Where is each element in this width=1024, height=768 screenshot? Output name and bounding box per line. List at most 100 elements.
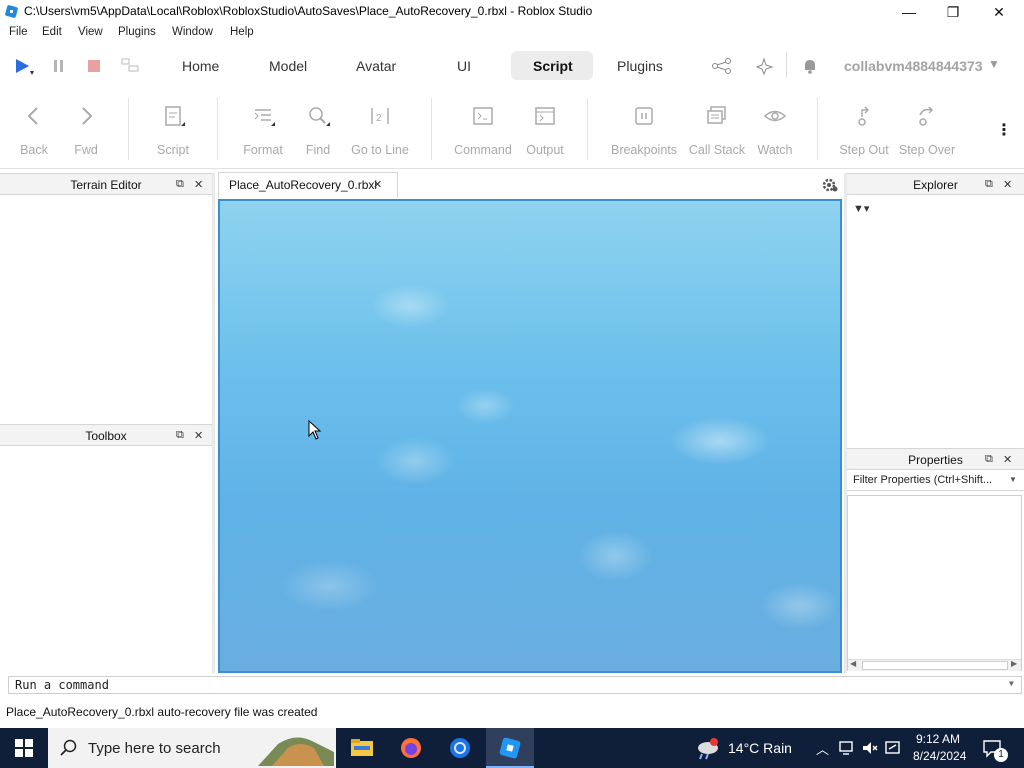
file-explorer-icon[interactable] [350, 736, 374, 760]
back-label: Back [20, 143, 48, 157]
taskbar-search-box[interactable]: Type here to search [48, 728, 336, 768]
output-window-icon [535, 107, 555, 125]
pause-icon[interactable] [52, 58, 66, 74]
notifications-bell-icon[interactable] [802, 57, 818, 75]
step-over-icon [919, 106, 934, 126]
properties-header: Properties ⧉ ✕ [847, 448, 1024, 470]
document-tab[interactable]: Place_AutoRecovery_0.rbxl ✕ [218, 172, 398, 198]
step-out-label: Step Out [839, 143, 889, 157]
ribbon-bottom-border [0, 168, 1024, 169]
go-to-line-button[interactable]: 2 Go to Line [346, 90, 414, 166]
settings-gear-icon[interactable] [821, 176, 839, 194]
call-stack-label: Call Stack [688, 143, 746, 157]
play-icon[interactable] [14, 57, 34, 77]
chrome-icon[interactable] [448, 736, 472, 760]
scroll-right-icon[interactable]: ▶ [1011, 659, 1017, 668]
format-indent-icon [254, 109, 275, 126]
clock-date[interactable]: 8/24/2024 [913, 749, 966, 763]
watch-button[interactable]: Watch [752, 90, 798, 166]
windows-start-icon[interactable] [15, 739, 33, 757]
call-stack-button[interactable]: Call Stack [686, 90, 748, 166]
clock-time[interactable]: 9:12 AM [916, 732, 960, 746]
search-highlight-image-icon [258, 737, 334, 766]
command-terminal-icon [473, 107, 493, 125]
menu-edit[interactable]: Edit [42, 26, 62, 38]
close-window-button[interactable]: ✕ [976, 0, 1022, 24]
roblox-studio-taskbar-icon [499, 737, 521, 759]
command-button[interactable]: Command [450, 90, 516, 166]
assistant-sparkle-icon[interactable] [756, 57, 776, 75]
explorer-header: Explorer ⧉ ✕ [847, 173, 1024, 195]
weather-text[interactable]: 14°C Rain [728, 740, 792, 756]
ribbon-divider [587, 98, 588, 160]
close-icon[interactable]: ✕ [194, 429, 203, 442]
close-icon[interactable]: ✕ [1003, 178, 1012, 191]
input-indicator-icon[interactable] [884, 740, 902, 756]
watch-eye-icon [763, 110, 787, 122]
menu-window[interactable]: Window [172, 26, 213, 38]
go-to-line-icon: 2 [371, 108, 389, 124]
step-over-button[interactable]: Step Over [896, 90, 958, 166]
minimize-button[interactable]: — [886, 0, 932, 24]
forward-button[interactable]: Fwd [62, 90, 110, 166]
share-icon[interactable] [711, 57, 733, 75]
close-tab-icon[interactable]: ✕ [373, 178, 382, 191]
network-icon[interactable] [838, 740, 856, 756]
tab-avatar[interactable]: Avatar [356, 58, 396, 74]
menu-file[interactable]: File [9, 26, 28, 38]
format-label: Format [243, 143, 283, 157]
panel-splitter[interactable] [212, 173, 215, 673]
more-options-icon[interactable]: ⋮ [996, 120, 1012, 140]
tab-home[interactable]: Home [182, 58, 219, 74]
tab-ui[interactable]: UI [457, 58, 471, 74]
close-icon[interactable]: ✕ [1003, 453, 1012, 466]
output-button[interactable]: Output [520, 90, 570, 166]
step-out-button[interactable]: Step Out [836, 90, 892, 166]
maximize-button[interactable]: ❐ [930, 0, 976, 24]
filter-properties-input[interactable]: Filter Properties (Ctrl+Shift... ▼ [847, 471, 1024, 491]
call-stack-icon [707, 106, 726, 124]
horizontal-scrollbar[interactable]: ◀ ▶ [848, 659, 1021, 671]
undock-icon[interactable]: ⧉ [176, 178, 184, 191]
menu-plugins[interactable]: Plugins [118, 26, 156, 38]
scroll-left-icon[interactable]: ◀ [850, 659, 856, 668]
breakpoints-button[interactable]: Breakpoints [606, 90, 682, 166]
format-button[interactable]: Format [236, 90, 290, 166]
undock-icon[interactable]: ⧉ [176, 429, 184, 442]
explorer-title: Explorer [913, 178, 958, 192]
ribbon-divider [431, 98, 432, 160]
show-hidden-icons-icon[interactable]: ︿ [816, 739, 829, 758]
user-account-name[interactable]: collabvm4884844373 [844, 58, 983, 74]
command-bar[interactable]: Run a command ▼ [8, 676, 1022, 694]
search-placeholder: Type here to search [88, 740, 221, 757]
scrollbar-thumb[interactable] [862, 661, 1008, 670]
undock-icon[interactable]: ⧉ [985, 178, 993, 191]
properties-title: Properties [908, 453, 963, 467]
tab-script[interactable]: Script [533, 58, 573, 74]
script-button[interactable]: Script [146, 90, 200, 166]
breakpoints-icon [635, 107, 653, 125]
find-button[interactable]: Find [296, 90, 340, 166]
reset-view-icon[interactable] [120, 57, 140, 75]
undock-icon[interactable]: ⧉ [985, 453, 993, 466]
mouse-cursor-icon [308, 420, 322, 440]
filter-icon[interactable]: ▼▾ [853, 202, 869, 215]
stop-icon[interactable] [86, 58, 102, 74]
weather-rain-icon[interactable] [694, 736, 722, 760]
close-icon[interactable]: ✕ [194, 178, 203, 191]
chevron-down-icon[interactable]: ▼ [1009, 679, 1014, 688]
volume-muted-icon[interactable] [861, 740, 879, 756]
forward-label: Fwd [74, 143, 98, 157]
menu-view[interactable]: View [78, 26, 103, 38]
chevron-down-icon[interactable]: ▼ [988, 57, 1000, 71]
tab-model[interactable]: Model [269, 58, 307, 74]
chevron-down-icon[interactable]: ▼ [1009, 475, 1017, 484]
command-input[interactable]: Run a command [15, 678, 109, 692]
tab-plugins[interactable]: Plugins [617, 58, 663, 74]
document-tab-label: Place_AutoRecovery_0.rbxl [229, 178, 378, 192]
firefox-icon[interactable] [399, 736, 423, 760]
menu-help[interactable]: Help [230, 26, 254, 38]
active-app-highlight[interactable] [486, 728, 534, 768]
filter-properties-text: Filter Properties (Ctrl+Shift... [853, 474, 993, 486]
back-button[interactable]: Back [10, 90, 58, 166]
